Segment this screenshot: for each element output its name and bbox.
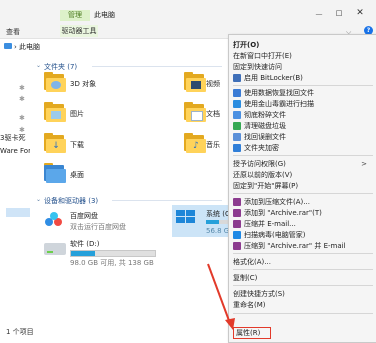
group-divider: [92, 66, 222, 67]
picture-icon: [51, 111, 61, 119]
menu-item-shred[interactable]: 彻底粉碎文件: [233, 110, 286, 120]
menu-item-compress-email[interactable]: 压缩并 E-mail...: [233, 219, 296, 229]
nav-item[interactable]: Ware Fort驱: [0, 146, 30, 156]
menu-item-properties[interactable]: 属性(R): [233, 327, 271, 339]
menu-separator: [233, 269, 373, 270]
menu-item-copy[interactable]: 复制(C): [233, 273, 257, 283]
menu-separator: [233, 253, 373, 254]
menu-item-restore-versions[interactable]: 还原以前的版本(V): [233, 170, 292, 180]
maximize-button[interactable]: □: [334, 9, 344, 19]
menu-item-open[interactable]: 打开(O): [233, 40, 259, 50]
nav-selected-item[interactable]: [6, 208, 30, 217]
menu-separator: [233, 285, 373, 286]
address-bar[interactable]: › 此电脑: [0, 40, 215, 54]
drive-d-usage-fill: [71, 251, 96, 256]
folder-label: 3D 对象: [70, 80, 97, 88]
menu-item-compress-rar-email[interactable]: 压缩到 "Archive.rar" 并 E-mail: [233, 241, 346, 251]
menu-separator: [233, 193, 373, 194]
menu-item-pin-start[interactable]: 固定到"开始"屏幕(P): [233, 181, 298, 191]
baidu-netdisk-name[interactable]: 百度网盘: [70, 211, 98, 221]
status-bar-text: 1 个项目: [6, 328, 34, 336]
folder-label: 下载: [70, 141, 84, 149]
shred-icon: [233, 111, 241, 119]
menu-item-scan-virus[interactable]: 扫描病毒(电脑管家): [233, 230, 305, 240]
pc-icon: [4, 43, 12, 49]
folder-label: 音乐: [206, 141, 220, 149]
menu-item-add-to-archive-rar[interactable]: 添加到 "Archive.rar"(T): [233, 208, 322, 218]
baidu-netdisk-subtext: 双击运行百度网盘: [70, 223, 126, 231]
menu-item-open-new-window[interactable]: 在新窗口中打开(E): [233, 51, 292, 61]
drive-d-name[interactable]: 软件 (D:): [70, 239, 99, 249]
pin-icon: ✱: [19, 84, 25, 92]
group-divider: [112, 200, 222, 201]
drive-c-subtext: 56.8 G: [206, 227, 230, 235]
menu-item-format[interactable]: 格式化(A)...: [233, 257, 271, 267]
menu-item-restore-deleted[interactable]: 找回误删文件: [233, 132, 286, 142]
download-arrow-icon: ↓: [52, 141, 60, 151]
pc-manager-icon: [233, 231, 241, 239]
pin-icon: ✱: [19, 95, 25, 103]
antivirus-icon: [233, 100, 241, 108]
baidu-netdisk-icon[interactable]: [44, 212, 64, 230]
devices-group-header[interactable]: 设备和驱动器 (3): [44, 196, 98, 206]
menu-separator: [233, 155, 373, 156]
annotation-arrow-icon: [207, 263, 235, 330]
menu-separator: [233, 313, 373, 314]
cube-icon: [51, 81, 61, 89]
menu-item-data-recovery[interactable]: 使用数据恢复找回文件: [233, 88, 314, 98]
drive-c-usage-bar: [206, 220, 228, 224]
menu-item-rename[interactable]: 重命名(M): [233, 300, 266, 310]
nav-item[interactable]: 3驱卡死: [0, 133, 30, 143]
menu-item-clean-junk[interactable]: 清理磁盘垃圾: [233, 121, 286, 131]
restore-icon: [233, 133, 241, 141]
folders-group-header[interactable]: 文件夹 (7): [44, 62, 77, 72]
broom-icon: [233, 122, 241, 130]
chevron-down-icon[interactable]: ⌄: [36, 196, 41, 203]
menu-item-pin-quick-access[interactable]: 固定到快速访问: [233, 62, 282, 72]
winrar-icon: [233, 209, 241, 217]
drive-icon[interactable]: [44, 243, 66, 255]
pin-icon: ✱: [19, 114, 25, 122]
drive-d-subtext: 98.0 GB 可用, 共 138 GB: [70, 259, 154, 267]
submenu-arrow-icon: >: [361, 160, 367, 168]
menu-item-grant-access[interactable]: 授予访问权限(G) >: [233, 159, 373, 169]
close-button[interactable]: ✕: [354, 8, 366, 18]
recovery-icon: [233, 89, 241, 97]
tab-drive-tools[interactable]: 驱动器工具: [60, 25, 98, 37]
window-title: 此电脑: [94, 11, 115, 19]
drive-d-usage-bar: [70, 250, 156, 257]
document-icon: [191, 111, 203, 121]
winrar-icon: [233, 220, 241, 228]
folder-label: 视频: [206, 80, 220, 88]
context-menu: 打开(O) 在新窗口中打开(E) 固定到快速访问 启用 BitLocker(B)…: [228, 34, 376, 343]
minimize-button[interactable]: —: [314, 10, 324, 18]
address-path: › 此电脑: [14, 43, 41, 51]
navigation-pane: [0, 56, 30, 326]
menu-separator: [233, 85, 373, 86]
menu-item-add-to-archive[interactable]: 添加到压缩文件(A)...: [233, 197, 310, 207]
menu-item-bitlocker[interactable]: 启用 BitLocker(B): [233, 73, 303, 83]
tab-view[interactable]: 查看: [6, 27, 20, 37]
folder-label: 图片: [70, 110, 84, 118]
tab-manage[interactable]: 管理: [60, 10, 90, 21]
shield-icon: [233, 74, 241, 82]
windows-drive-icon: [176, 210, 198, 224]
folder-label: 桌面: [70, 171, 84, 179]
winrar-icon: [233, 242, 241, 250]
winrar-icon: [233, 198, 241, 206]
menu-item-folder-encrypt[interactable]: 文件夹加密: [233, 143, 279, 153]
menu-item-kingsoft-scan[interactable]: 使用金山毒霸进行扫描: [233, 99, 314, 109]
lock-icon: [233, 144, 241, 152]
film-icon: [191, 81, 201, 89]
folder-label: 文档: [206, 110, 220, 118]
menu-item-create-shortcut[interactable]: 创建快捷方式(S): [233, 289, 285, 299]
chevron-down-icon[interactable]: ⌄: [36, 62, 41, 69]
music-note-icon: ♪: [193, 141, 199, 151]
